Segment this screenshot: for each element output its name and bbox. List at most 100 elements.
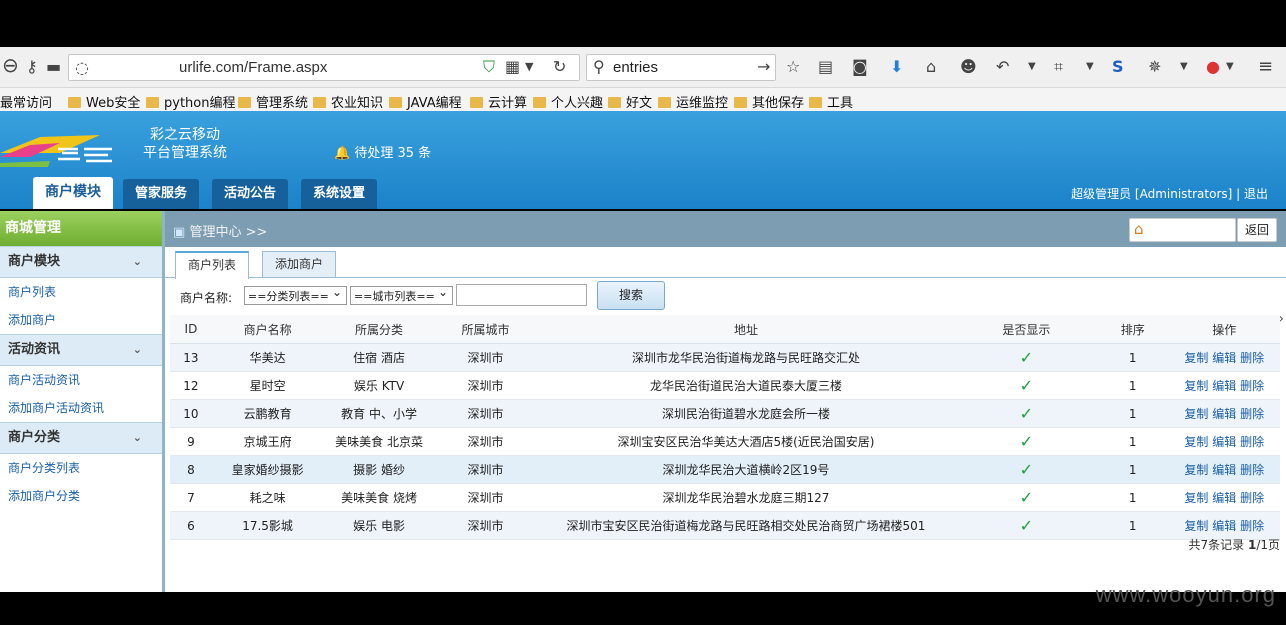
- back-button[interactable]: 返回: [1237, 218, 1277, 242]
- copy-link[interactable]: 复制: [1184, 379, 1208, 393]
- merchant-name-input[interactable]: [456, 284, 587, 306]
- bug-icon[interactable]: ✵: [1148, 57, 1161, 77]
- copy-link[interactable]: 复制: [1184, 351, 1208, 365]
- s-extension-icon[interactable]: S: [1112, 57, 1124, 77]
- tab-announcements[interactable]: 活动公告: [212, 179, 289, 209]
- back-icon[interactable]: ⊖: [2, 55, 19, 75]
- breadcrumb-text[interactable]: 管理中心 >>: [189, 225, 267, 240]
- bookmark-item[interactable]: 云计算: [470, 92, 527, 111]
- dropdown-icon[interactable]: ▼: [525, 57, 533, 77]
- tab-housekeeper[interactable]: 管家服务: [123, 179, 200, 209]
- delete-link[interactable]: 删除: [1240, 435, 1264, 449]
- addon-icon[interactable]: ●: [1206, 57, 1220, 77]
- delete-link[interactable]: 删除: [1240, 491, 1264, 505]
- go-icon[interactable]: →: [757, 57, 770, 77]
- search-bar[interactable]: ⚲ entries →: [586, 54, 776, 81]
- user-info[interactable]: 超级管理员 [Administrators] | 退出: [1071, 185, 1268, 202]
- col-id[interactable]: ID: [170, 315, 212, 344]
- copy-link[interactable]: 复制: [1184, 435, 1208, 449]
- download-icon[interactable]: ⬇: [890, 57, 903, 77]
- col-name[interactable]: 商户名称: [211, 315, 324, 344]
- sidebar-group-activity[interactable]: 活动资讯 ⌄: [0, 334, 162, 366]
- bookmark-item[interactable]: 好文: [608, 92, 652, 111]
- delete-link[interactable]: 删除: [1240, 463, 1264, 477]
- qr-icon[interactable]: ▦: [505, 57, 520, 77]
- bookmark-item[interactable]: 个人兴趣: [533, 92, 603, 111]
- copy-link[interactable]: 复制: [1184, 407, 1208, 421]
- category-select[interactable]: ==分类列表==: [244, 283, 347, 305]
- bookmark-item[interactable]: JAVA编程: [389, 92, 462, 111]
- menu-icon[interactable]: ≡: [1258, 57, 1273, 77]
- edit-link[interactable]: 编辑: [1212, 379, 1236, 393]
- col-show[interactable]: 是否显示: [955, 315, 1097, 344]
- sidebar: 商城管理 商户模块 ⌄ 商户列表 添加商户 活动资讯 ⌄ 商户活动资讯 添加商户活动…: [0, 211, 165, 592]
- edit-link[interactable]: 编辑: [1212, 351, 1236, 365]
- shield-icon[interactable]: ⛉: [483, 57, 495, 77]
- copy-link[interactable]: 复制: [1184, 491, 1208, 505]
- star-icon[interactable]: ☆: [786, 57, 800, 77]
- edit-link[interactable]: 编辑: [1212, 519, 1236, 533]
- tab-merchant[interactable]: 商户模块: [33, 177, 113, 209]
- bookmark-item[interactable]: 其他保存: [734, 92, 804, 111]
- bookmark-item[interactable]: 工具: [809, 92, 853, 111]
- tab-merchant-list[interactable]: 商户列表: [175, 251, 250, 279]
- url-bar[interactable]: ◌ urlife.com/Frame.aspx ⛉ ▦ ▼ ↻: [68, 54, 580, 81]
- tab-settings[interactable]: 系统设置: [301, 179, 378, 209]
- tab-add-merchant[interactable]: 添加商户: [262, 251, 337, 277]
- edit-link[interactable]: 编辑: [1212, 463, 1236, 477]
- reader-icon[interactable]: ▬: [46, 57, 61, 77]
- sidebar-item-add-category[interactable]: 添加商户分类: [0, 482, 162, 510]
- table-row: 7 耗之味 美味美食 烧烤 深圳市 深圳龙华民治碧水龙庭三期127 ✓ 1 复制…: [170, 483, 1280, 512]
- bookmark-item[interactable]: 运维监控: [658, 92, 728, 111]
- bookmark-item[interactable]: python编程: [146, 92, 235, 111]
- cell-actions: 复制 编辑 删除: [1168, 427, 1280, 456]
- bookmark-item[interactable]: 最常访问: [0, 92, 52, 111]
- col-order[interactable]: 排序: [1096, 315, 1169, 344]
- pocket-icon[interactable]: ◙: [852, 57, 868, 77]
- bell-icon: 🔔: [334, 146, 351, 161]
- folder-icon: [608, 97, 621, 108]
- dropdown-icon[interactable]: ▼: [1180, 57, 1188, 77]
- pending-notice[interactable]: 🔔 待处理 35 条: [334, 142, 431, 161]
- copy-link[interactable]: 复制: [1184, 519, 1208, 533]
- reload-icon[interactable]: ↻: [553, 57, 566, 77]
- dropdown-icon[interactable]: ▼: [1226, 57, 1234, 77]
- crop-icon[interactable]: ⌗: [1054, 57, 1063, 77]
- sidebar-item-add-activity-news[interactable]: 添加商户活动资讯: [0, 394, 162, 422]
- delete-link[interactable]: 删除: [1240, 519, 1264, 533]
- sidebar-item-activity-news[interactable]: 商户活动资讯: [0, 366, 162, 394]
- bookmark-item[interactable]: 农业知识: [313, 92, 383, 111]
- cell-address: 深圳宝安区民治华美达大酒店5楼(近民治国安居): [536, 427, 956, 456]
- sidebar-item-merchant-list[interactable]: 商户列表: [0, 278, 162, 306]
- home-icon[interactable]: ⌂: [926, 57, 936, 77]
- search-button[interactable]: 搜索: [597, 281, 665, 310]
- sidebar-item-category-list[interactable]: 商户分类列表: [0, 454, 162, 482]
- folder-icon: [238, 97, 251, 108]
- delete-link[interactable]: 删除: [1240, 407, 1264, 421]
- sidebar-group-merchant[interactable]: 商户模块 ⌄: [0, 246, 162, 278]
- col-city[interactable]: 所属城市: [434, 315, 537, 344]
- edit-link[interactable]: 编辑: [1212, 491, 1236, 505]
- dropdown-icon[interactable]: ▼: [1086, 57, 1094, 77]
- undo-icon[interactable]: ↶: [996, 57, 1009, 77]
- col-category[interactable]: 所属分类: [323, 315, 435, 344]
- edit-link[interactable]: 编辑: [1212, 407, 1236, 421]
- home-box[interactable]: ⌂: [1129, 218, 1236, 242]
- check-icon: ✓: [955, 483, 1097, 512]
- bookmark-item[interactable]: 管理系统: [238, 92, 308, 111]
- delete-link[interactable]: 删除: [1240, 379, 1264, 393]
- edit-link[interactable]: 编辑: [1212, 435, 1236, 449]
- chat-icon[interactable]: ☻: [960, 57, 977, 77]
- sidebar-item-add-merchant[interactable]: 添加商户: [0, 306, 162, 334]
- bookmark-item[interactable]: Web安全: [68, 92, 140, 111]
- cell-name: 京城王府: [211, 427, 324, 456]
- col-address[interactable]: 地址: [536, 315, 956, 344]
- sidebar-group-category[interactable]: 商户分类 ⌄: [0, 422, 162, 454]
- delete-link[interactable]: 删除: [1240, 351, 1264, 365]
- cell-address: 深圳市宝安区民治街道梅龙路与民旺路相交处民治商贸广场裙楼501: [536, 511, 956, 540]
- clipboard-icon[interactable]: ▤: [818, 57, 833, 77]
- cell-city: 深圳市: [434, 511, 537, 540]
- dropdown-icon[interactable]: ▼: [1028, 57, 1036, 77]
- city-select[interactable]: ==城市列表==: [350, 283, 453, 305]
- copy-link[interactable]: 复制: [1184, 463, 1208, 477]
